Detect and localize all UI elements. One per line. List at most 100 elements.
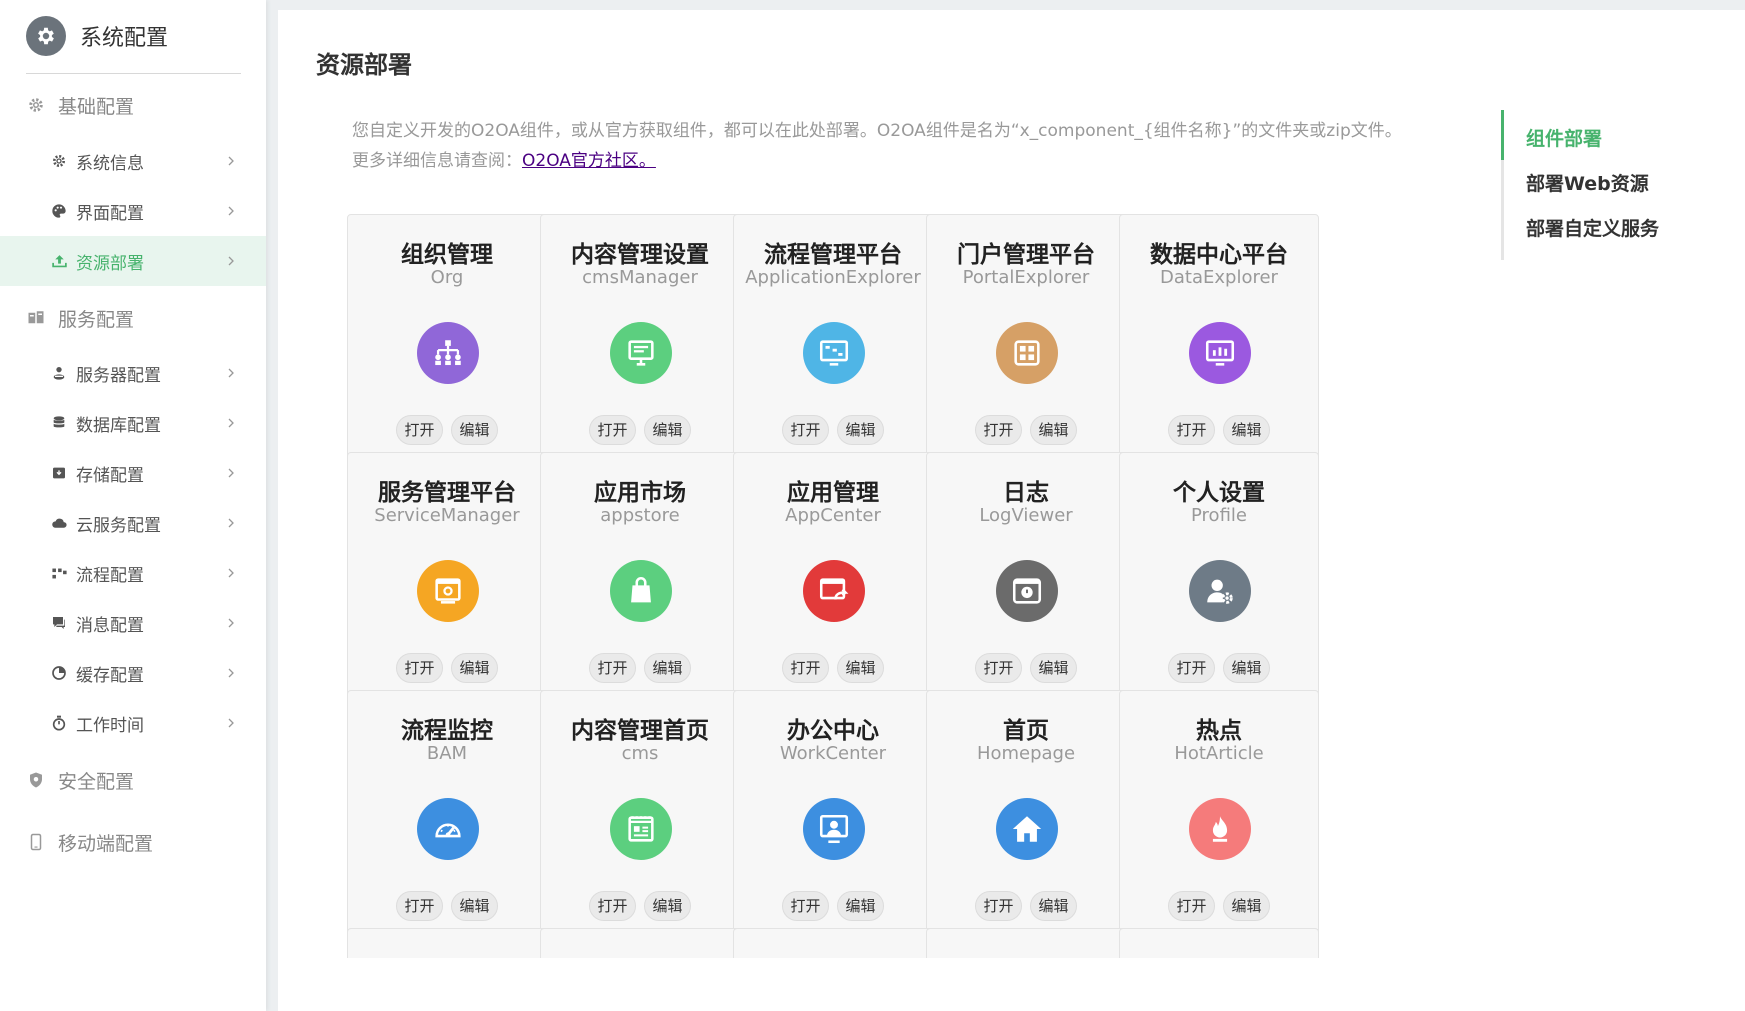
card-actions: 打开 编辑 [541,415,739,445]
chevron-right-icon [228,668,234,678]
card-actions: 打开 编辑 [348,415,546,445]
open-button[interactable]: 打开 [1168,891,1215,921]
sidebar-item-label: 资源部署 [76,253,144,274]
sidebar-item-label: 云服务配置 [76,515,161,536]
chevron-right-icon [228,418,234,428]
open-button[interactable]: 打开 [589,415,636,445]
upload-icon [50,252,68,270]
edit-button[interactable]: 编辑 [451,415,498,445]
anchor-web-resource[interactable]: 部署Web资源 [1526,169,1649,196]
component-name: 应用市场 [594,480,686,506]
component-card: 流程管理平台 ApplicationExplorer 打开 编辑 [733,214,933,464]
sidebar-item-message-config[interactable]: 消息配置 [0,598,266,648]
sidebar-item-resource-deploy[interactable]: 资源部署 [0,236,266,286]
edit-button[interactable]: 编辑 [451,891,498,921]
component-card: 应用管理 AppCenter 打开 编辑 [733,452,933,702]
open-button[interactable]: 打开 [975,891,1022,921]
sidebar-item-ui-config[interactable]: 界面配置 [0,186,266,236]
component-name: 应用管理 [787,480,879,506]
sidebar-item-storage-config[interactable]: 存储配置 [0,448,266,498]
sidebar-group-basic[interactable]: 基础配置 [26,91,134,119]
sidebar-item-flow-config[interactable]: 流程配置 [0,548,266,598]
service-manager-icon [417,560,479,622]
anchor-custom-service[interactable]: 部署自定义服务 [1526,214,1659,241]
description-prefix: 更多详细信息请查阅： [352,151,522,171]
edit-button[interactable]: 编辑 [1030,653,1077,683]
edit-button[interactable]: 编辑 [1030,891,1077,921]
edit-button[interactable]: 编辑 [837,653,884,683]
card-actions: 打开 编辑 [927,415,1125,445]
edit-button[interactable]: 编辑 [1223,653,1270,683]
sidebar-item-cache-config[interactable]: 缓存配置 [0,648,266,698]
anchor-component-deploy[interactable]: 组件部署 [1526,124,1602,151]
component-name: 流程监控 [401,718,493,744]
main-panel: 资源部署 您自定义开发的O2OA组件，或从官方获取组件，都可以在此处部署。O2O… [278,10,1745,1011]
chevron-right-icon [228,156,234,166]
edit-button[interactable]: 编辑 [837,415,884,445]
edit-button[interactable]: 编辑 [1223,415,1270,445]
sidebar-item-label: 服务器配置 [76,365,161,386]
sidebar-item-server-config[interactable]: 服务器配置 [0,348,266,398]
open-button[interactable]: 打开 [589,891,636,921]
open-button[interactable]: 打开 [589,653,636,683]
speedometer-icon [417,798,479,860]
open-button[interactable]: 打开 [396,653,443,683]
component-id: Org [430,267,464,288]
card-actions: 打开 编辑 [927,653,1125,683]
open-button[interactable]: 打开 [1168,415,1215,445]
gear-icon [50,152,68,170]
open-button[interactable]: 打开 [782,415,829,445]
server-icon [26,308,46,328]
component-card: 应用市场 appstore 打开 编辑 [540,452,740,702]
component-id: WorkCenter [779,743,887,764]
edit-button[interactable]: 编辑 [644,891,691,921]
edit-button[interactable]: 编辑 [644,653,691,683]
sidebar: 系统配置 基础配置 系统信息 界面配置 资源部署 服务配置 服务器配置 数据库配… [0,0,266,1011]
component-name: 内容管理首页 [571,718,709,744]
stopwatch-icon [50,714,68,732]
component-id: ApplicationExplorer [745,267,921,288]
edit-button[interactable]: 编辑 [1223,891,1270,921]
component-name: 日志 [1003,480,1049,506]
edit-button[interactable]: 编辑 [1030,415,1077,445]
sidebar-group-mobile[interactable]: 移动端配置 [26,828,153,856]
log-icon [996,560,1058,622]
sidebar-item-system-info[interactable]: 系统信息 [0,136,266,186]
storage-icon [50,464,68,482]
component-card: 办公中心 WorkCenter 打开 编辑 [733,690,933,940]
newspaper-icon [610,798,672,860]
open-button[interactable]: 打开 [782,891,829,921]
sidebar-item-label: 数据库配置 [76,415,161,436]
sidebar-group-label: 服务配置 [58,308,135,331]
sidebar-group-security[interactable]: 安全配置 [26,766,134,794]
edit-button[interactable]: 编辑 [837,891,884,921]
component-card: 日志 LogViewer 打开 编辑 [926,452,1126,702]
open-button[interactable]: 打开 [1168,653,1215,683]
sidebar-item-cloud-config[interactable]: 云服务配置 [0,498,266,548]
database-icon [50,414,68,432]
edit-button[interactable]: 编辑 [644,415,691,445]
app-center-icon [803,560,865,622]
component-id: HotArticle [1174,743,1264,764]
open-button[interactable]: 打开 [396,415,443,445]
open-button[interactable]: 打开 [782,653,829,683]
card-actions: 打开 编辑 [1120,653,1318,683]
sidebar-group-service[interactable]: 服务配置 [26,304,134,332]
chevron-right-icon [228,256,234,266]
chevron-right-icon [228,368,234,378]
community-link[interactable]: O2OA官方社区。 [522,151,656,171]
sidebar-item-work-time[interactable]: 工作时间 [0,698,266,748]
profile-icon [1189,560,1251,622]
open-button[interactable]: 打开 [975,653,1022,683]
component-id: Homepage [976,743,1076,764]
sidebar-item-label: 流程配置 [76,565,144,586]
chevron-right-icon [228,518,234,528]
sidebar-item-database-config[interactable]: 数据库配置 [0,398,266,448]
sidebar-item-label: 存储配置 [76,465,144,486]
card-actions: 打开 编辑 [1120,891,1318,921]
open-button[interactable]: 打开 [396,891,443,921]
chevron-right-icon [228,618,234,628]
open-button[interactable]: 打开 [975,415,1022,445]
component-name: 办公中心 [787,718,879,744]
edit-button[interactable]: 编辑 [451,653,498,683]
